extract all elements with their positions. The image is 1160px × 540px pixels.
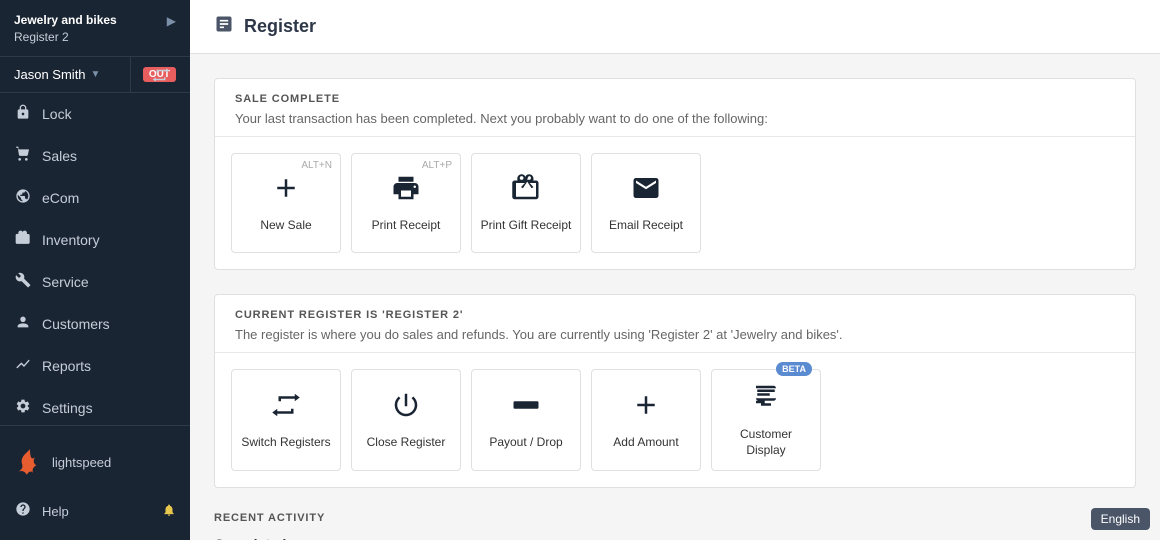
- close-register-label: Close Register: [367, 435, 446, 451]
- sale-complete-header: SALE COMPLETE Your last transaction has …: [215, 79, 1135, 137]
- sidebar-item-reports[interactable]: Reports: [0, 345, 190, 387]
- display-icon: [751, 382, 781, 419]
- store-name: Jewelry and bikes: [14, 12, 117, 29]
- ecom-icon: [14, 188, 32, 208]
- sidebar: Jewelry and bikes Register 2 ▶ Jason Smi…: [0, 0, 190, 540]
- current-register-header: CURRENT REGISTER IS 'REGISTER 2' The reg…: [215, 295, 1135, 353]
- email-icon: [631, 173, 661, 210]
- switch-icon: [271, 390, 301, 427]
- store-info: Jewelry and bikes Register 2: [14, 12, 117, 46]
- recent-activity-section: RECENT ACTIVITY Completed #327, $1,100.0…: [214, 512, 1136, 540]
- sidebar-footer: lightspeed Help: [0, 425, 190, 540]
- service-icon: [14, 272, 32, 292]
- close-register-card[interactable]: Close Register: [351, 369, 461, 471]
- register-header-icon: [214, 14, 234, 39]
- customer-display-card[interactable]: BETA Customer Display: [711, 369, 821, 471]
- beta-badge: BETA: [776, 362, 812, 376]
- print-gift-receipt-label: Print Gift Receipt: [481, 218, 572, 234]
- user-name[interactable]: Jason Smith ▼: [14, 67, 100, 82]
- transfer-icon: [152, 66, 170, 84]
- page-body: SALE COMPLETE Your last transaction has …: [190, 54, 1160, 540]
- main-content-area: Register SALE COMPLETE Your last transac…: [190, 0, 1160, 540]
- add-amount-card[interactable]: Add Amount: [591, 369, 701, 471]
- minus-icon: [511, 390, 541, 427]
- new-sale-card[interactable]: ALT+N New Sale: [231, 153, 341, 253]
- sidebar-item-service[interactable]: Service: [0, 261, 190, 303]
- reports-icon: [14, 356, 32, 376]
- sale-complete-subtitle: Your last transaction has been completed…: [235, 111, 1115, 126]
- sales-icon: [14, 146, 32, 166]
- lock-icon: [14, 104, 32, 124]
- payout-drop-label: Payout / Drop: [489, 435, 562, 451]
- sidebar-item-label-customers: Customers: [42, 316, 110, 332]
- transfer-button[interactable]: [130, 57, 190, 93]
- current-register-section: CURRENT REGISTER IS 'REGISTER 2' The reg…: [214, 294, 1136, 488]
- settings-icon: [14, 398, 32, 418]
- page-header: Register: [190, 0, 1160, 54]
- sidebar-item-label-ecom: eCom: [42, 190, 79, 206]
- new-sale-icon: [271, 173, 301, 210]
- expand-icon[interactable]: ▶: [167, 14, 176, 28]
- print-receipt-shortcut: ALT+P: [422, 160, 452, 171]
- sidebar-item-label-lock: Lock: [42, 106, 72, 122]
- customers-icon: [14, 314, 32, 334]
- sidebar-item-label-settings: Settings: [42, 400, 93, 416]
- print-gift-receipt-card[interactable]: Print Gift Receipt: [471, 153, 581, 253]
- sidebar-item-label-service: Service: [42, 274, 89, 290]
- language-badge: English: [1091, 508, 1150, 530]
- sidebar-item-ecom[interactable]: eCom: [0, 177, 190, 219]
- logo-area: lightspeed: [0, 434, 190, 490]
- inventory-icon: [14, 230, 32, 250]
- switch-registers-label: Switch Registers: [241, 435, 330, 451]
- switch-registers-card[interactable]: Switch Registers: [231, 369, 341, 471]
- email-receipt-label: Email Receipt: [609, 218, 683, 234]
- sidebar-item-label-inventory: Inventory: [42, 232, 100, 248]
- power-icon: [391, 390, 421, 427]
- payout-drop-card[interactable]: Payout / Drop: [471, 369, 581, 471]
- sidebar-item-inventory[interactable]: Inventory: [0, 219, 190, 261]
- sidebar-item-label-reports: Reports: [42, 358, 91, 374]
- sale-complete-title: SALE COMPLETE: [235, 93, 1115, 105]
- sidebar-item-customers[interactable]: Customers: [0, 303, 190, 345]
- email-receipt-card[interactable]: Email Receipt: [591, 153, 701, 253]
- print-receipt-card[interactable]: ALT+P Print Receipt: [351, 153, 461, 253]
- lightspeed-label: lightspeed: [52, 455, 111, 470]
- new-sale-shortcut: ALT+N: [301, 160, 332, 171]
- sidebar-item-help[interactable]: Help: [0, 490, 190, 532]
- sidebar-item-label-help: Help: [42, 504, 69, 519]
- customer-display-label: Customer Display: [720, 427, 812, 458]
- register-name: Register 2: [14, 29, 117, 46]
- sale-complete-cards: ALT+N New Sale ALT+P Print Receipt: [215, 137, 1135, 269]
- add-amount-label: Add Amount: [613, 435, 678, 451]
- recent-activity-title: RECENT ACTIVITY: [214, 512, 1136, 524]
- current-register-title: CURRENT REGISTER IS 'REGISTER 2': [235, 309, 1115, 321]
- current-register-subtitle: The register is where you do sales and r…: [235, 327, 1115, 342]
- notification-icon: [162, 503, 176, 520]
- print-receipt-label: Print Receipt: [372, 218, 441, 234]
- sidebar-header: Jewelry and bikes Register 2 ▶: [0, 0, 190, 57]
- gift-icon: [511, 173, 541, 210]
- sidebar-item-settings[interactable]: Settings: [0, 387, 190, 425]
- sale-complete-section: SALE COMPLETE Your last transaction has …: [214, 78, 1136, 270]
- sidebar-item-label-sales: Sales: [42, 148, 77, 164]
- page-title: Register: [244, 16, 316, 37]
- new-sale-label: New Sale: [260, 218, 311, 234]
- chevron-down-icon: ▼: [91, 69, 101, 80]
- print-icon: [391, 173, 421, 210]
- sidebar-item-sales[interactable]: Sales: [0, 135, 190, 177]
- nav-menu: Lock Sales eCom Inventory: [0, 93, 190, 425]
- sidebar-item-lock[interactable]: Lock: [0, 93, 190, 135]
- register-cards: Switch Registers Close Register Payout /…: [215, 353, 1135, 487]
- completed-label: Completed: [214, 536, 1136, 540]
- add-amount-icon: [631, 390, 661, 427]
- help-icon: [14, 501, 32, 521]
- lightspeed-logo: [14, 446, 46, 478]
